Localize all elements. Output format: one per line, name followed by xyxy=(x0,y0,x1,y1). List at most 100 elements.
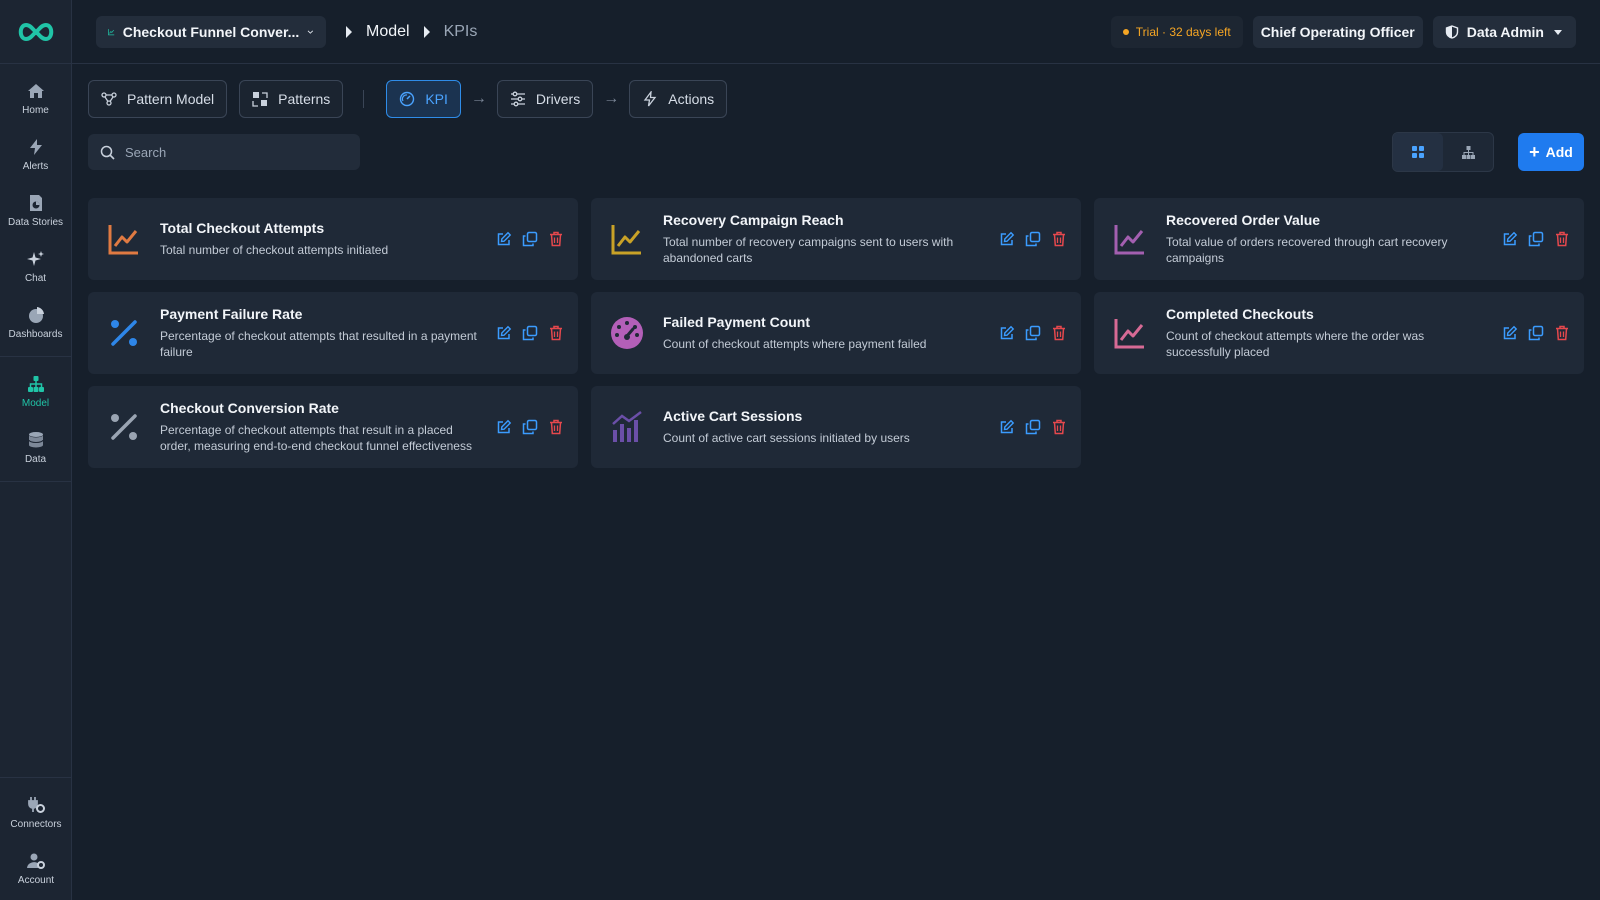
sidebar-nav-bottom: Connectors Account xyxy=(0,777,72,900)
kpi-card-actions xyxy=(1502,325,1570,341)
delete-button[interactable] xyxy=(548,231,564,247)
kpi-card[interactable]: Total Checkout Attempts Total number of … xyxy=(88,198,578,280)
kpi-card[interactable]: Completed Checkouts Count of checkout at… xyxy=(1094,292,1584,374)
tab-patterns[interactable]: Patterns xyxy=(239,80,344,118)
duplicate-button[interactable] xyxy=(1528,231,1544,247)
sidebar-item-connectors[interactable]: Connectors xyxy=(0,784,72,840)
kpi-card[interactable]: Active Cart Sessions Count of active car… xyxy=(591,386,1081,468)
duplicate-button[interactable] xyxy=(1528,325,1544,341)
caret-right-icon xyxy=(423,25,430,38)
role-button[interactable]: Chief Operating Officer xyxy=(1252,15,1423,48)
trash-icon xyxy=(1556,231,1568,247)
sidebar-item-label: Data xyxy=(24,453,47,465)
database-icon xyxy=(28,431,43,447)
sidebar-item-data-stories[interactable]: Data Stories xyxy=(0,182,71,238)
delete-button[interactable] xyxy=(1051,325,1067,341)
kpi-card[interactable]: Recovery Campaign Reach Total number of … xyxy=(591,198,1081,280)
edit-button[interactable] xyxy=(999,419,1015,435)
edit-icon xyxy=(1503,325,1518,340)
kpi-card-actions xyxy=(999,325,1067,341)
delete-button[interactable] xyxy=(1051,231,1067,247)
edit-button[interactable] xyxy=(999,231,1015,247)
tab-drivers[interactable]: Drivers xyxy=(496,80,594,118)
kpi-description: Percentage of checkout attempts that res… xyxy=(160,423,472,453)
line-chart-icon xyxy=(108,225,138,255)
sidebar-item-label: Alerts xyxy=(22,160,49,172)
arrow-right-icon: → xyxy=(603,90,620,107)
view-toggle xyxy=(1392,132,1494,172)
sidebar-item-label: Account xyxy=(17,874,55,886)
edit-button[interactable] xyxy=(1502,231,1518,247)
tab-actions[interactable]: Actions xyxy=(629,80,728,118)
infinity-logo-icon xyxy=(18,22,53,41)
duplicate-button[interactable] xyxy=(522,231,538,247)
delete-button[interactable] xyxy=(548,419,564,435)
tab-kpi[interactable]: KPI xyxy=(386,80,461,118)
kpi-description: Count of active cart sessions initiated … xyxy=(663,431,910,445)
sidebar-item-account[interactable]: Account xyxy=(0,840,72,896)
line-chart-icon xyxy=(1114,225,1144,255)
duplicate-button[interactable] xyxy=(522,325,538,341)
delete-button[interactable] xyxy=(1554,325,1570,341)
sidebar-item-label: Connectors xyxy=(10,818,62,830)
hierarchy-icon xyxy=(27,375,44,392)
search-input[interactable] xyxy=(125,144,345,160)
kpi-card[interactable]: Failed Payment Count Count of checkout a… xyxy=(591,292,1081,374)
chevron-down-icon xyxy=(307,29,314,34)
gauge-icon xyxy=(611,317,643,349)
breadcrumb-model[interactable]: Model xyxy=(366,23,410,41)
kpi-grid: Total Checkout Attempts Total number of … xyxy=(88,198,1584,468)
arrow-right-icon: → xyxy=(470,90,487,107)
copy-icon xyxy=(1025,419,1041,435)
kpi-card-body: Total Checkout Attempts Total number of … xyxy=(160,220,484,258)
breadcrumb: Model KPIs xyxy=(346,23,477,41)
kpi-card-actions xyxy=(496,325,564,341)
kpi-card[interactable]: Recovered Order Value Total value of ord… xyxy=(1094,198,1584,280)
plug-gear-icon xyxy=(28,796,45,813)
duplicate-button[interactable] xyxy=(1025,419,1041,435)
kpi-card[interactable]: Checkout Conversion Rate Percentage of c… xyxy=(88,386,578,468)
edit-button[interactable] xyxy=(999,325,1015,341)
kpi-card[interactable]: Payment Failure Rate Percentage of check… xyxy=(88,292,578,374)
kpi-description: Count of checkout attempts where payment… xyxy=(663,337,927,351)
trash-icon xyxy=(1053,419,1065,435)
sidebar-item-alerts[interactable]: Alerts xyxy=(0,126,71,182)
sidebar-item-home[interactable]: Home xyxy=(0,70,71,126)
percent-icon xyxy=(111,414,137,440)
admin-menu-button[interactable]: Data Admin xyxy=(1432,15,1576,48)
delete-button[interactable] xyxy=(1051,419,1067,435)
tab-pattern-model[interactable]: Pattern Model xyxy=(88,80,228,118)
grid-view-button[interactable] xyxy=(1393,133,1443,171)
share-nodes-icon xyxy=(101,92,117,106)
bolt-icon xyxy=(29,138,42,155)
duplicate-button[interactable] xyxy=(522,419,538,435)
edit-button[interactable] xyxy=(1502,325,1518,341)
delete-button[interactable] xyxy=(548,325,564,341)
add-kpi-button[interactable]: + Add xyxy=(1518,133,1584,171)
caret-down-icon xyxy=(1554,29,1562,35)
edit-button[interactable] xyxy=(496,231,512,247)
edit-button[interactable] xyxy=(496,325,512,341)
sidebar-item-data[interactable]: Data xyxy=(0,419,71,475)
kpi-title: Completed Checkouts xyxy=(1166,306,1314,322)
duplicate-button[interactable] xyxy=(1025,325,1041,341)
patterns-icon xyxy=(252,92,268,107)
sidebar-item-model[interactable]: Model xyxy=(0,363,71,419)
delete-button[interactable] xyxy=(1554,231,1570,247)
sidebar-item-chat[interactable]: Chat xyxy=(0,238,71,294)
sliders-icon xyxy=(510,91,525,107)
edit-icon xyxy=(497,231,512,246)
line-chart-icon xyxy=(611,225,641,255)
trash-icon xyxy=(550,325,562,341)
caret-right-icon xyxy=(346,25,352,38)
sidebar-item-dashboards[interactable]: Dashboards xyxy=(0,294,71,350)
copy-icon xyxy=(522,419,538,435)
bar-line-chart-icon xyxy=(612,411,642,442)
model-selector[interactable]: Checkout Funnel Conver... xyxy=(96,15,326,48)
tree-view-button[interactable] xyxy=(1443,133,1493,171)
edit-button[interactable] xyxy=(496,419,512,435)
kpi-icon xyxy=(1110,219,1150,259)
duplicate-button[interactable] xyxy=(1025,231,1041,247)
app-logo[interactable] xyxy=(0,0,71,64)
grid-icon xyxy=(1412,146,1424,158)
